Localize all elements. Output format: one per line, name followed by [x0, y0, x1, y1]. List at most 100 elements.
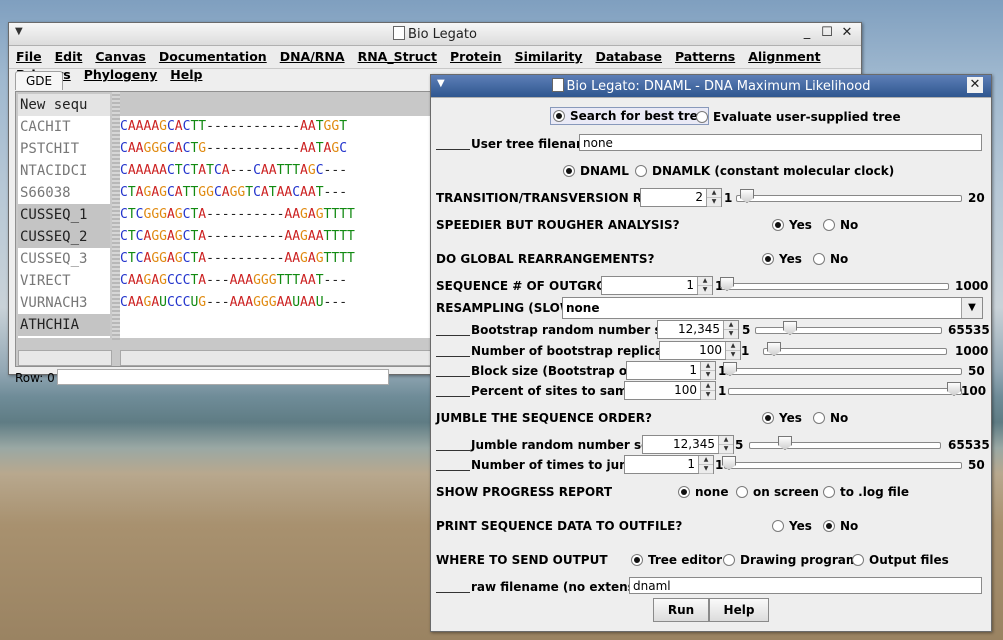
radio-output-drawing[interactable]: Drawing program — [723, 553, 858, 567]
names-scrollbar[interactable] — [18, 350, 112, 366]
tab-gde[interactable]: GDE — [15, 71, 64, 90]
breps-label: Number of bootstrap replicates?: — [436, 344, 696, 358]
sequence-name[interactable]: ATHCHIA — [18, 314, 110, 336]
sequence-name[interactable]: CUSSEQ_3 — [18, 248, 110, 270]
sequence-name[interactable]: CUSSEQ_1 — [18, 204, 110, 226]
user-tree-label: User tree filename: — [436, 137, 601, 151]
jtimes-max: 50 — [968, 458, 985, 472]
percent-label: Percent of sites to sample: — [436, 384, 653, 398]
radio-progress-log[interactable]: to .log file — [823, 485, 909, 499]
menu-alignment[interactable]: Alignment — [741, 46, 826, 64]
radio-dnamlk[interactable]: DNAMLK (constant molecular clock) — [635, 164, 894, 178]
jumble-label: JUMBLE THE SEQUENCE ORDER? — [436, 411, 652, 425]
breps-spinner[interactable]: 100 ▲ ▼ — [659, 341, 741, 360]
radio-printseq-yes[interactable]: Yes — [772, 519, 812, 533]
percent-min: 1 — [718, 384, 727, 398]
menu-similarity[interactable]: Similarity — [508, 46, 589, 64]
sequence-name[interactable]: CACHIT — [18, 116, 110, 138]
sequence-name[interactable]: VIRECT — [18, 270, 110, 292]
maximize-icon[interactable]: ☐ — [819, 25, 835, 41]
block-max: 50 — [968, 364, 985, 378]
names-header: New sequ — [18, 94, 110, 116]
percent-slider-track[interactable] — [728, 388, 962, 395]
jseed-min: 5 — [735, 438, 744, 452]
radio-global-no[interactable]: No — [813, 252, 848, 266]
radio-dnaml[interactable]: DNAML — [563, 164, 629, 178]
radio-search-best-tree[interactable]: Search for best tree — [550, 107, 709, 125]
minimize-icon[interactable]: _ — [799, 25, 815, 41]
jseed-spinner[interactable]: 12,345 ▲ ▼ — [642, 435, 734, 454]
menu-database[interactable]: Database — [588, 46, 668, 64]
menu-edit[interactable]: Edit — [48, 46, 89, 64]
sequence-name[interactable]: PSTCHIT — [18, 138, 110, 160]
ttratio-slider-track[interactable] — [736, 195, 962, 202]
radio-speedier-yes[interactable]: Yes — [772, 218, 812, 232]
help-button[interactable]: Help — [709, 598, 769, 622]
outgroup-spinner[interactable]: 1 ▲ ▼ — [601, 276, 713, 295]
breps-max: 1000 — [955, 344, 989, 358]
document-icon — [393, 26, 406, 40]
radio-output-files[interactable]: Output files — [852, 553, 949, 567]
resampling-select[interactable]: none ▼ — [562, 297, 983, 319]
bseed-spinner[interactable]: 12,345 ▲ ▼ — [657, 320, 739, 339]
main-titlebar: ▼ Bio Legato _ ☐ ✕ — [9, 23, 861, 46]
rawfile-label: raw filename (no extension) — [436, 580, 661, 594]
ttratio-min: 1 — [724, 191, 733, 205]
sequence-name[interactable]: CUSSEQ_2 — [18, 226, 110, 248]
ttratio-spinner[interactable]: 2 ▲ ▼ — [640, 188, 722, 207]
radio-progress-none[interactable]: none — [678, 485, 728, 499]
menu-help[interactable]: Help — [163, 64, 208, 82]
sequence-name[interactable]: NTACIDCI — [18, 160, 110, 182]
main-title: Bio Legato — [408, 27, 477, 42]
dnaml-dialog: ▼ Bio Legato: DNAML - DNA Maximum Likeli… — [430, 74, 992, 632]
radio-output-tree-editor[interactable]: Tree editor — [631, 553, 722, 567]
radio-evaluate-user-tree[interactable]: Evaluate user-supplied tree — [696, 110, 901, 124]
sequence-name[interactable]: S66038 — [18, 182, 110, 204]
menu-bar: File Edit Canvas Documentation DNA/RNA RNA_St… — [9, 46, 861, 82]
progress-label: SHOW PROGRESS REPORT — [436, 485, 613, 499]
menu-documentation[interactable]: Documentation — [152, 46, 273, 64]
jseed-slider-track[interactable] — [749, 442, 941, 449]
rawfile-input[interactable]: dnaml — [629, 577, 982, 594]
user-tree-input[interactable]: none — [579, 134, 982, 151]
dialog-content: Search for best tree Evaluate user-suppl… — [431, 99, 991, 631]
close-icon[interactable]: ✕ — [967, 77, 983, 93]
block-spinner[interactable]: 1 ▲ ▼ — [626, 361, 716, 380]
status-row: Row: 0 — [15, 369, 389, 385]
percent-spinner[interactable]: 100 ▲ ▼ — [624, 381, 716, 400]
bseed-max: 65535 — [948, 323, 990, 337]
radio-jumble-no[interactable]: No — [813, 411, 848, 425]
radio-jumble-yes[interactable]: Yes — [762, 411, 802, 425]
menu-protein[interactable]: Protein — [443, 46, 508, 64]
percent-max: 100 — [961, 384, 987, 398]
row-status: Row: 0 — [15, 371, 55, 385]
jtimes-spinner[interactable]: 1 ▲ ▼ — [624, 455, 714, 474]
document-icon — [551, 78, 564, 92]
jtimes-slider-track[interactable] — [724, 462, 962, 469]
block-slider-track[interactable] — [726, 368, 962, 375]
menu-phylogeny[interactable]: Phylogeny — [77, 64, 164, 82]
tab-strip: GDE — [15, 71, 64, 91]
close-icon[interactable]: ✕ — [839, 25, 855, 41]
breps-min: 1 — [741, 344, 750, 358]
dialog-titlebar: ▼ Bio Legato: DNAML - DNA Maximum Likeli… — [431, 75, 991, 98]
menu-canvas[interactable]: Canvas — [88, 46, 152, 64]
outgroup-max: 1000 — [955, 279, 989, 293]
sequence-name[interactable]: VURNACH3 — [18, 292, 110, 314]
radio-global-yes[interactable]: Yes — [762, 252, 802, 266]
radio-printseq-no[interactable]: No — [823, 519, 858, 533]
chevron-down-icon[interactable]: ▼ — [961, 298, 982, 318]
jseed-label: Jumble random number seed: — [436, 438, 671, 452]
menu-dna-rna[interactable]: DNA/RNA — [273, 46, 351, 64]
row-field[interactable] — [56, 369, 389, 385]
menu-rna-struct[interactable]: RNA_Struct — [351, 46, 443, 64]
radio-progress-screen[interactable]: on screen — [736, 485, 819, 499]
split-pane-divider[interactable] — [112, 92, 120, 340]
run-button[interactable]: Run — [653, 598, 709, 622]
breps-slider-track[interactable] — [763, 348, 947, 355]
outgroup-slider-track[interactable] — [721, 283, 949, 290]
radio-speedier-no[interactable]: No — [823, 218, 858, 232]
dialog-title: Bio Legato: DNAML - DNA Maximum Likeliho… — [566, 79, 871, 94]
menu-patterns[interactable]: Patterns — [668, 46, 741, 64]
menu-file[interactable]: File — [9, 46, 48, 64]
